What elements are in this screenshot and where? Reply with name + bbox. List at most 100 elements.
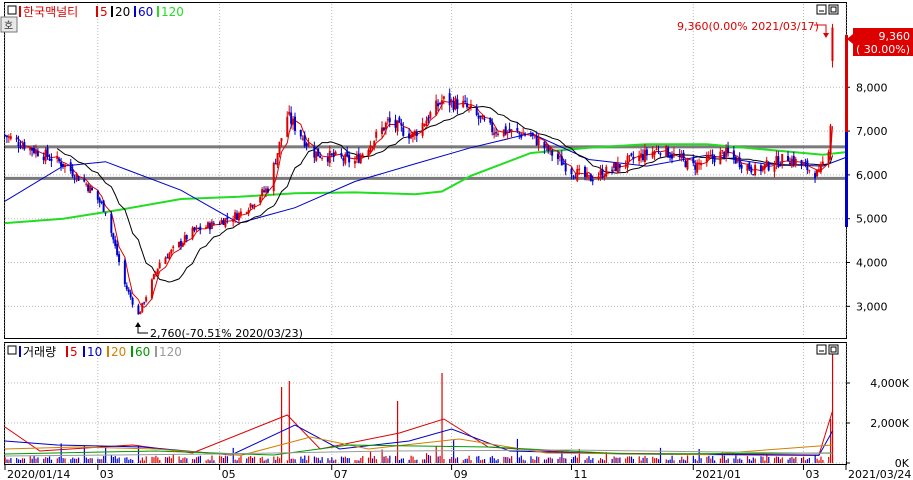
candle-body	[33, 148, 35, 154]
volume-bar	[8, 459, 10, 463]
price-maximize-button[interactable]	[828, 4, 839, 15]
candle-body	[524, 133, 527, 136]
volume-axis-labels: 0K2,000K4,000K	[846, 377, 910, 470]
candle-body	[139, 311, 142, 315]
candle-body	[475, 107, 478, 116]
candle-body	[829, 125, 832, 154]
volume-bar	[395, 456, 397, 463]
stock-chart[interactable]: 3,0004,0005,0006,0007,0008,000 0K2,000K4…	[0, 0, 913, 480]
candle-body	[185, 235, 188, 240]
volume-bar	[752, 457, 754, 463]
candle-body	[707, 155, 710, 158]
candle-body	[640, 153, 643, 158]
candle-body	[781, 153, 784, 164]
volume-bar	[77, 457, 80, 463]
candle-body	[804, 162, 807, 164]
candle-body	[5, 135, 8, 138]
volume-bar	[820, 456, 822, 463]
volume-minimize-button[interactable]	[816, 344, 827, 355]
candle-body	[684, 160, 687, 168]
volume-bar	[462, 460, 464, 463]
volume-bar	[667, 460, 669, 463]
candle-body	[237, 213, 240, 221]
candle-body	[520, 134, 523, 138]
candle-body	[435, 100, 438, 116]
candle-body	[605, 166, 608, 177]
candle-body	[686, 158, 689, 170]
candle-body	[653, 151, 656, 155]
volume-bar	[491, 455, 493, 463]
volume-bar	[632, 458, 635, 463]
volume-bar	[706, 456, 708, 463]
volume-bar	[317, 457, 319, 463]
candle-body	[299, 130, 302, 137]
volume-bar	[599, 458, 602, 463]
volume-maximize-button[interactable]	[828, 344, 839, 355]
candle-body	[549, 147, 552, 151]
candle-body	[286, 116, 289, 137]
candle-body	[164, 257, 167, 264]
volume-bar	[232, 447, 234, 463]
volume-bar	[708, 455, 710, 463]
candle-body	[408, 133, 411, 139]
vol-legend-ma20: 20	[111, 345, 126, 359]
candle-body	[224, 218, 227, 227]
candle-body	[29, 147, 32, 151]
candle-body	[587, 175, 590, 177]
candle-body	[466, 103, 469, 108]
volume-bar	[665, 459, 667, 463]
candle-body	[218, 224, 221, 226]
candle-body	[290, 112, 293, 124]
volume-bar	[253, 456, 256, 463]
volume-bar	[97, 458, 99, 463]
volume-bar	[686, 455, 689, 463]
candle-body	[112, 233, 115, 240]
candle-body	[89, 185, 92, 194]
volume-bar	[464, 458, 466, 463]
candle-body	[85, 183, 88, 185]
candle-body	[469, 105, 472, 108]
candle-body	[773, 166, 776, 172]
date-tick-label: 09	[454, 468, 468, 480]
candle-body	[145, 297, 148, 302]
volume-bar	[617, 457, 619, 463]
volume-bar	[155, 455, 157, 463]
volume-bar	[64, 458, 66, 463]
candle-body	[495, 132, 498, 134]
volume-bar	[646, 458, 648, 463]
volume-bar	[454, 458, 457, 463]
price-minimize-button[interactable]	[816, 4, 827, 15]
candle-body	[794, 158, 797, 166]
volume-bar	[590, 459, 592, 463]
candle-body	[468, 106, 470, 108]
candle-body	[740, 165, 743, 169]
candle-body	[725, 148, 728, 157]
ma5-marker-icon	[96, 6, 98, 17]
volume-bar	[495, 460, 497, 463]
volume-bar	[207, 459, 209, 463]
candle-body	[247, 210, 250, 214]
volume-bar	[275, 459, 277, 463]
candle-body	[266, 188, 269, 193]
volume-bar	[427, 454, 430, 463]
volume-bar	[628, 456, 631, 463]
candle-body	[118, 254, 121, 263]
volume-bar	[126, 457, 128, 463]
volume-bar	[371, 458, 374, 463]
volume-bar	[822, 459, 824, 463]
candle-body	[104, 212, 107, 214]
volume-marker-icon	[19, 346, 21, 357]
candle-body	[578, 168, 581, 170]
candle-body	[305, 143, 308, 146]
candle-body	[48, 158, 51, 161]
candle-body	[700, 163, 702, 166]
candle-body	[69, 162, 72, 172]
volume-bar	[505, 457, 507, 463]
vol-ma10-marker-icon	[83, 346, 85, 357]
candle-body	[775, 156, 778, 166]
candle-body	[317, 148, 320, 157]
candle-body	[367, 150, 370, 157]
volume-bar	[673, 460, 675, 463]
volume-bar	[424, 459, 426, 463]
price-pane-border	[4, 2, 847, 339]
